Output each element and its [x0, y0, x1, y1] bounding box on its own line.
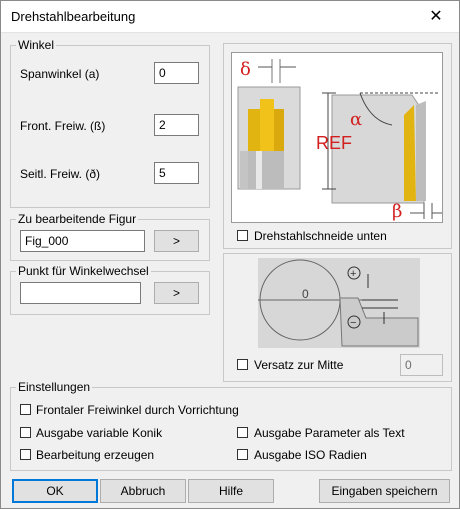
abbruch-button[interactable]: Abbruch: [100, 479, 186, 503]
versatz-zur-mitte-checkbox[interactable]: [237, 359, 248, 370]
iso-radien-checkbox[interactable]: [237, 449, 248, 460]
variable-konik-label: Ausgabe variable Konik: [36, 426, 163, 440]
versatz-illustration: 0 + −: [258, 259, 419, 347]
punkt-input[interactable]: [20, 282, 141, 304]
versatz-input[interactable]: 0: [400, 354, 443, 376]
punkt-pick-button[interactable]: >: [154, 282, 199, 304]
minus-symbol: −: [350, 317, 356, 329]
ok-button[interactable]: OK: [12, 479, 98, 503]
window-title: Drehstahlbearbeitung: [11, 9, 136, 24]
eingaben-speichern-button[interactable]: Eingaben speichern: [319, 479, 450, 503]
delta-symbol: δ: [240, 59, 251, 80]
spanwinkel-label: Spanwinkel (a): [20, 67, 100, 81]
alpha-symbol: α: [350, 109, 362, 130]
punkt-group-label: Punkt für Winkelwechsel: [16, 264, 151, 278]
hilfe-button[interactable]: Hilfe: [188, 479, 274, 503]
seitl-freiwinkel-input[interactable]: 5: [154, 162, 199, 184]
parameter-als-text-label: Ausgabe Parameter als Text: [254, 426, 405, 440]
ref-label: REF: [316, 133, 352, 153]
einstellungen-group-label: Einstellungen: [16, 380, 93, 394]
dialog-window: Drehstahlbearbeitung ✕ Winkel Spanwinkel…: [0, 0, 460, 509]
drehstahl-diagram: δ α REF β: [231, 52, 443, 223]
left-shank-highlight: [256, 151, 262, 189]
left-shank: [248, 151, 284, 189]
bearbeitung-erzeugen-checkbox[interactable]: [20, 449, 31, 460]
bearbeitung-erzeugen-label: Bearbeitung erzeugen: [36, 448, 155, 462]
drehstahlschneide-unten-checkbox[interactable]: [237, 230, 248, 241]
winkel-group-label: Winkel: [16, 38, 57, 52]
title-divider: [1, 32, 459, 33]
frontaler-freiwinkel-label: Frontaler Freiwinkel durch Vorrichtung: [36, 403, 239, 417]
versatz-zur-mitte-label: Versatz zur Mitte: [254, 358, 344, 372]
left-insert-1: [248, 109, 260, 153]
left-insert-3: [274, 109, 284, 153]
iso-radien-label: Ausgabe ISO Radien: [254, 448, 367, 462]
versatz-diagram: 0 + −: [258, 258, 420, 348]
seitl-freiwinkel-label: Seitl. Freiw. (ð): [20, 167, 101, 181]
drehstahl-illustration: δ α REF β: [237, 59, 442, 222]
figur-group-label: Zu bearbeitende Figur: [16, 212, 139, 226]
right-insert-shade: [416, 101, 426, 201]
center-zero: 0: [302, 287, 309, 301]
spanwinkel-input[interactable]: 0: [154, 62, 199, 84]
title-bar: Drehstahlbearbeitung ✕: [1, 1, 459, 32]
close-icon[interactable]: ✕: [413, 1, 459, 32]
variable-konik-checkbox[interactable]: [20, 427, 31, 438]
plus-symbol: +: [350, 268, 356, 280]
beta-symbol: β: [392, 201, 402, 222]
front-freiwinkel-label: Front. Freiw. (ß): [20, 119, 106, 133]
frontaler-freiwinkel-checkbox[interactable]: [20, 404, 31, 415]
left-holder-shade: [240, 151, 248, 189]
figur-pick-button[interactable]: >: [154, 230, 199, 252]
front-freiwinkel-input[interactable]: 2: [154, 114, 199, 136]
figur-input[interactable]: Fig_000: [20, 230, 145, 252]
drehstahlschneide-unten-label: Drehstahlschneide unten: [254, 229, 387, 243]
parameter-als-text-checkbox[interactable]: [237, 427, 248, 438]
right-insert: [404, 105, 416, 201]
left-insert-2: [260, 99, 274, 153]
